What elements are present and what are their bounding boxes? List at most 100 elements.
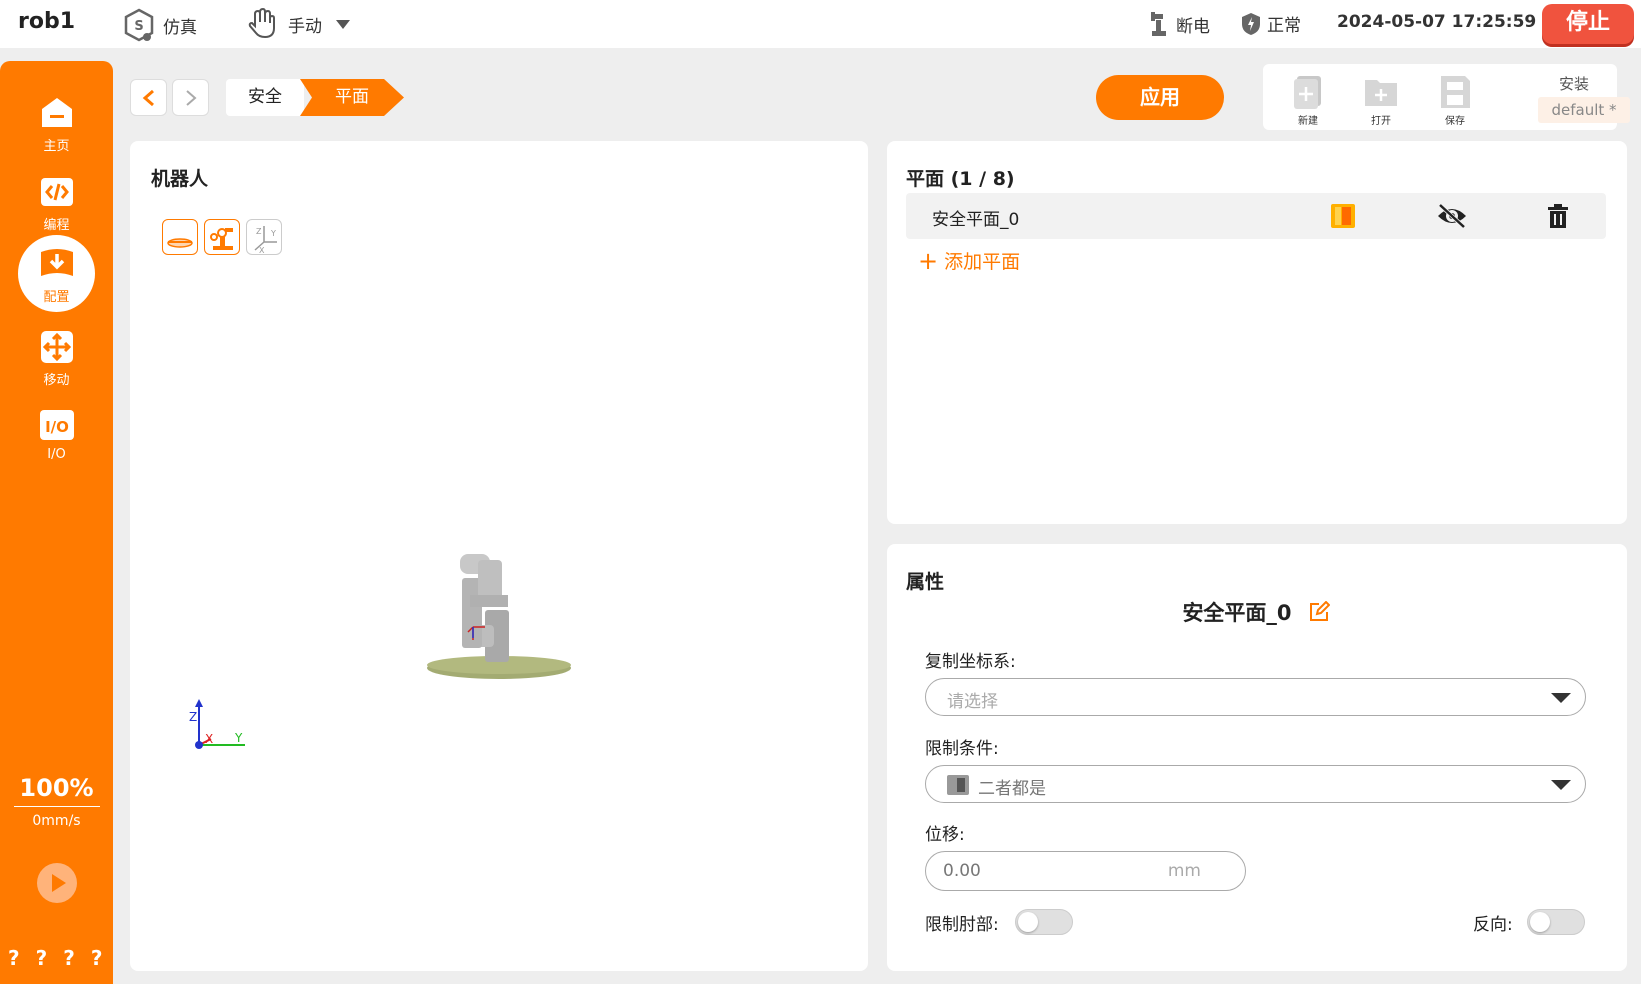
breadcrumb-label: 平面 xyxy=(335,87,369,107)
svg-text:I/O: I/O xyxy=(45,418,69,436)
stop-button[interactable]: 停止 xyxy=(1542,4,1634,44)
speed-readout: 100% 0mm/s xyxy=(0,774,113,829)
delete-icon[interactable] xyxy=(1546,203,1570,229)
speed-value: 0mm/s xyxy=(32,813,81,829)
simulation-icon: S xyxy=(124,8,154,42)
install-selector[interactable]: default * xyxy=(1538,97,1630,123)
breadcrumb-plane[interactable]: 平面 xyxy=(300,79,404,116)
axis-z-label: Z xyxy=(189,710,197,724)
axis-gizmo: Z X Y xyxy=(189,699,245,749)
copy-frame-select[interactable]: 请选择 xyxy=(925,678,1586,716)
svg-text:Z: Z xyxy=(256,227,262,236)
axis-x-label: X xyxy=(205,732,213,746)
view-axes-button[interactable]: Z Y X xyxy=(246,219,282,255)
chevron-left-icon xyxy=(142,89,154,107)
move-icon xyxy=(40,331,73,363)
install-label: 安装 xyxy=(1558,75,1589,93)
config-icon xyxy=(40,249,73,276)
datetime: 2024-05-07 17:25:59 xyxy=(1337,12,1537,32)
sidebar-item-config[interactable]: 配置 xyxy=(0,235,113,313)
new-label: 新建 xyxy=(1298,116,1318,127)
svg-text:S: S xyxy=(134,19,143,34)
forward-button[interactable] xyxy=(172,79,209,116)
svg-text:X: X xyxy=(259,246,265,255)
open-label: 打开 xyxy=(1371,116,1391,127)
sidebar-item-move[interactable]: 移动 xyxy=(0,323,113,399)
offset-unit: mm xyxy=(1167,861,1201,881)
chevron-down-icon xyxy=(336,19,350,29)
view-robot-button[interactable] xyxy=(204,219,240,255)
axes-icon: Z Y X xyxy=(254,226,277,255)
reverse-label: 反向: xyxy=(1473,915,1513,935)
sidebar: 主页 编程 配置 移动 I/O I/O 100% 0mm/s ? ? ? ? xyxy=(0,61,113,984)
mode-label: 手动 xyxy=(288,16,322,37)
limit-elbow-label: 限制肘部: xyxy=(925,915,999,935)
svg-text:Y: Y xyxy=(270,229,276,238)
play-icon[interactable] xyxy=(37,863,77,903)
chevron-right-icon xyxy=(186,90,197,106)
new-button[interactable]: 新建 xyxy=(1283,74,1333,127)
restriction-value: 二者都是 xyxy=(978,779,1046,799)
base-view-icon xyxy=(167,238,193,248)
shield-icon xyxy=(1242,12,1260,35)
code-icon xyxy=(40,178,73,206)
power-status: 断电 xyxy=(1148,11,1210,37)
chevron-down-icon xyxy=(1551,780,1571,790)
view-base-button[interactable] xyxy=(162,219,198,255)
sidebar-item-label: 编程 xyxy=(43,218,70,233)
chevron-down-icon xyxy=(1551,693,1571,703)
plane-name: 安全平面_0 xyxy=(932,210,1020,230)
edit-icon[interactable] xyxy=(1308,600,1330,623)
reverse-toggle[interactable] xyxy=(1527,909,1585,935)
robot-panel-title: 机器人 xyxy=(151,168,209,190)
divider xyxy=(13,806,100,807)
properties-title: 属性 xyxy=(906,571,945,593)
manual-mode-dropdown[interactable]: 手动 xyxy=(246,8,350,40)
robot-name[interactable]: rob1 xyxy=(18,9,75,34)
back-button[interactable] xyxy=(130,79,167,116)
folder-open-icon xyxy=(1365,80,1397,106)
save-icon xyxy=(1441,76,1470,108)
help-mark[interactable]: ? xyxy=(8,946,20,970)
list-item[interactable]: 安全平面_0 xyxy=(906,193,1606,239)
offset-value: 0.00 xyxy=(943,861,981,881)
power-label: 断电 xyxy=(1176,16,1210,37)
speed-percent: 100% xyxy=(19,774,94,802)
restriction-select[interactable]: 二者都是 xyxy=(925,765,1586,803)
sidebar-item-label: 配置 xyxy=(43,290,70,305)
add-plane-label: 添加平面 xyxy=(944,251,1021,273)
help-mark[interactable]: ? xyxy=(36,946,48,970)
planes-panel-title: 平面 (1 / 8) xyxy=(906,168,1015,190)
help-mark[interactable]: ? xyxy=(91,946,103,970)
eye-hidden-icon[interactable] xyxy=(1436,203,1468,229)
sidebar-item-label: 移动 xyxy=(43,373,70,388)
copy-frame-placeholder: 请选择 xyxy=(947,692,998,712)
save-label: 保存 xyxy=(1445,116,1465,127)
open-button[interactable]: 打开 xyxy=(1356,74,1406,127)
robot-3d-model[interactable] xyxy=(420,550,580,685)
simulation-label: 仿真 xyxy=(163,17,197,38)
limit-elbow-toggle[interactable] xyxy=(1015,909,1073,935)
status-label: 正常 xyxy=(1267,16,1301,36)
simulation-mode[interactable]: S 仿真 xyxy=(123,8,197,42)
hand-icon xyxy=(248,8,275,39)
plane-name-heading: 安全平面_0 xyxy=(906,597,1606,627)
add-plane-button[interactable]: + 添加平面 xyxy=(918,247,1020,274)
sidebar-item-home[interactable]: 主页 xyxy=(0,89,113,165)
robot-view-icon xyxy=(210,228,233,250)
help-mark[interactable]: ? xyxy=(63,946,75,970)
offset-input[interactable]: 0.00 mm xyxy=(925,851,1246,891)
sidebar-item-program[interactable]: 编程 xyxy=(0,168,113,244)
breadcrumb-safety[interactable]: 安全 xyxy=(226,79,304,116)
plane-name-text: 安全平面_0 xyxy=(1182,601,1292,625)
axis-y-label: Y xyxy=(234,731,243,745)
offset-label: 位移: xyxy=(925,825,965,845)
plus-icon: + xyxy=(918,246,939,275)
save-button[interactable]: 保存 xyxy=(1430,74,1480,127)
sidebar-item-io[interactable]: I/O I/O xyxy=(0,401,113,477)
restriction-both-icon[interactable] xyxy=(1330,203,1356,229)
top-bar: rob1 S 仿真 手动 断电 正常 2024-05-07 17:25:59 停… xyxy=(0,0,1641,48)
apply-button[interactable]: 应用 xyxy=(1096,75,1224,120)
sidebar-item-label: 主页 xyxy=(43,139,70,154)
help-marks: ? ? ? ? xyxy=(8,946,102,970)
